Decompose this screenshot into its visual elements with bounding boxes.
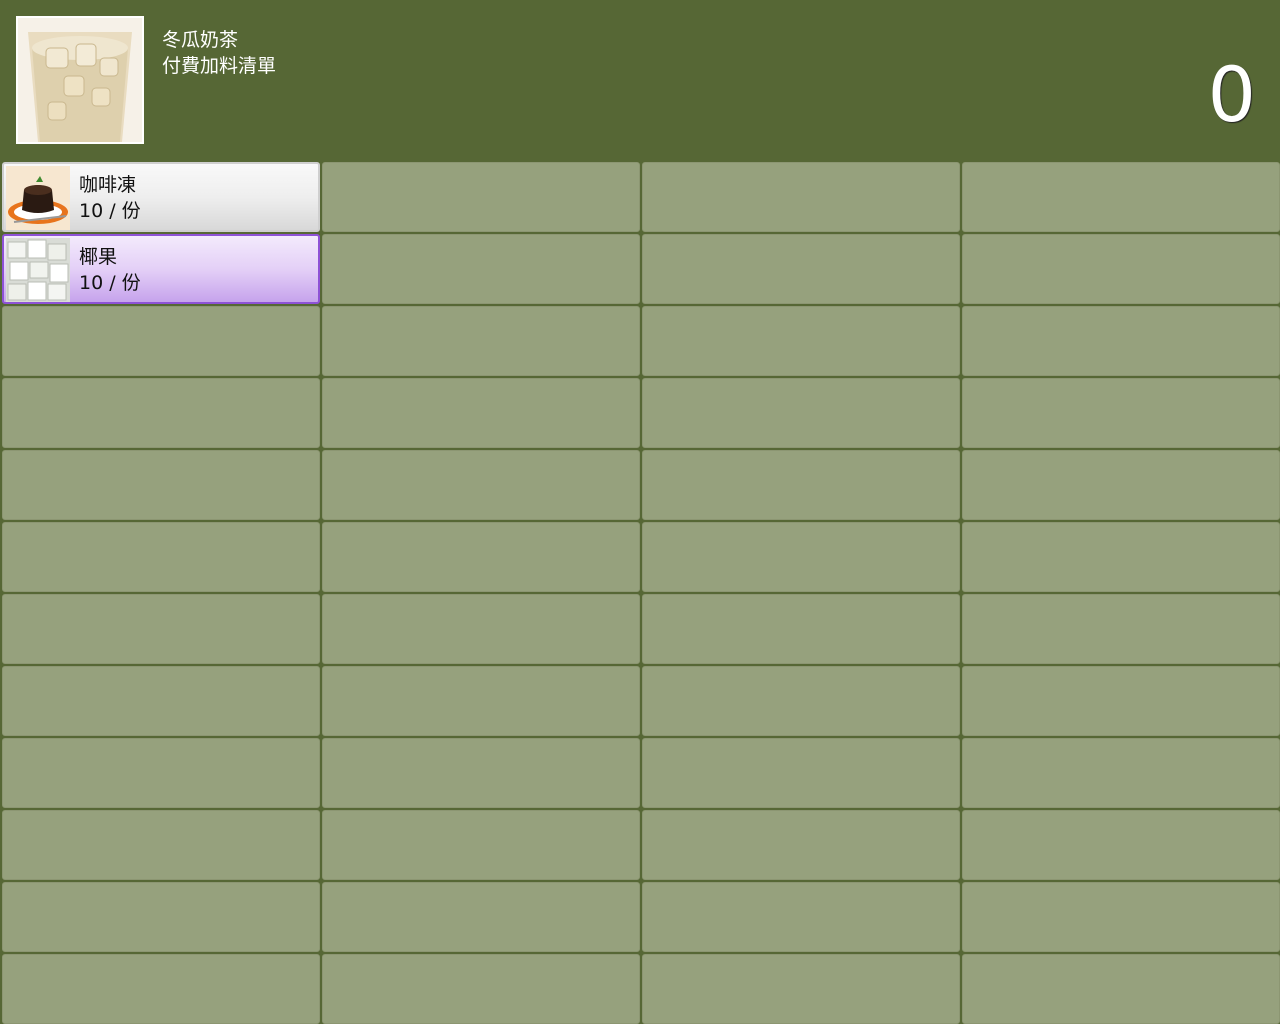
empty-slot [322, 450, 640, 520]
empty-slot [962, 738, 1280, 808]
empty-slot [2, 954, 320, 1024]
empty-slot [642, 810, 960, 880]
empty-slot [322, 378, 640, 448]
product-photo [16, 16, 144, 144]
empty-slot [322, 522, 640, 592]
coffee-jelly-icon [6, 166, 70, 230]
empty-slot [962, 810, 1280, 880]
empty-slot [962, 522, 1280, 592]
empty-slot [322, 666, 640, 736]
empty-slot [642, 882, 960, 952]
topping-name: 咖啡凍 [79, 174, 137, 196]
empty-slot [2, 450, 320, 520]
nata-de-coco-icon [6, 238, 70, 302]
empty-slot [322, 882, 640, 952]
topping-photo [6, 166, 70, 230]
empty-slot [962, 954, 1280, 1024]
empty-slot [322, 594, 640, 664]
empty-slot [322, 234, 640, 304]
empty-slot [962, 594, 1280, 664]
empty-slot [642, 954, 960, 1024]
app-root: 冬瓜奶茶 付費加料清單 0 咖啡凍 10 / 份椰果 10 / 份 [0, 0, 1280, 1024]
selection-counter: 0 [1207, 50, 1256, 139]
empty-slot [322, 738, 640, 808]
empty-slot [322, 954, 640, 1024]
topping-item-0[interactable]: 咖啡凍 10 / 份 [2, 162, 320, 232]
topping-name: 椰果 [79, 246, 118, 268]
product-name: 冬瓜奶茶 [162, 29, 239, 51]
empty-slot [962, 882, 1280, 952]
empty-slot [2, 522, 320, 592]
empty-slot [962, 378, 1280, 448]
empty-slot [642, 378, 960, 448]
empty-slot [642, 594, 960, 664]
empty-slot [642, 306, 960, 376]
topping-item-1[interactable]: 椰果 10 / 份 [2, 234, 320, 304]
empty-slot [322, 810, 640, 880]
list-title: 付費加料清單 [162, 55, 277, 77]
empty-slot [642, 162, 960, 232]
empty-slot [2, 738, 320, 808]
empty-slot [962, 450, 1280, 520]
empty-slot [642, 666, 960, 736]
empty-slot [2, 666, 320, 736]
topping-price: 10 / 份 [79, 200, 141, 222]
empty-slot [2, 810, 320, 880]
empty-slot [2, 594, 320, 664]
empty-slot [642, 738, 960, 808]
empty-slot [2, 882, 320, 952]
milk-tea-glass-icon [18, 18, 142, 142]
empty-slot [962, 162, 1280, 232]
topping-price: 10 / 份 [79, 272, 141, 294]
empty-slot [322, 162, 640, 232]
empty-slot [642, 450, 960, 520]
empty-slot [962, 306, 1280, 376]
empty-slot [642, 234, 960, 304]
topping-grid: 咖啡凍 10 / 份椰果 10 / 份 [0, 160, 1280, 1024]
empty-slot [962, 666, 1280, 736]
empty-slot [962, 234, 1280, 304]
empty-slot [322, 306, 640, 376]
topping-photo [6, 238, 70, 302]
header: 冬瓜奶茶 付費加料清單 0 [0, 0, 1280, 160]
empty-slot [2, 306, 320, 376]
empty-slot [2, 378, 320, 448]
empty-slot [642, 522, 960, 592]
